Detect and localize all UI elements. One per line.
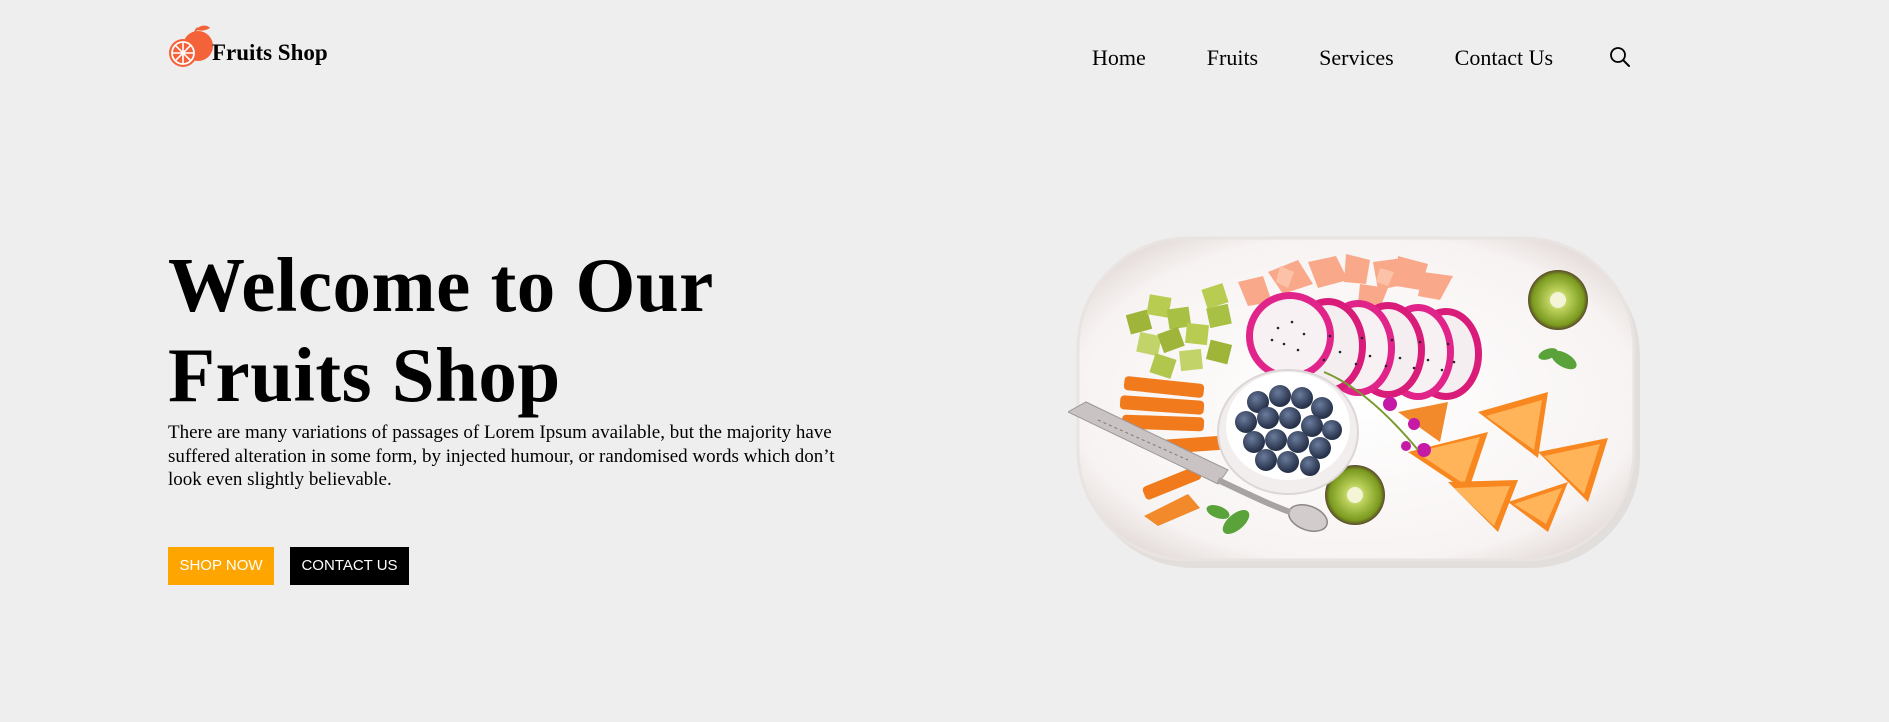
nav-item-services[interactable]: Services <box>1319 44 1394 72</box>
hero-title-line2: Fruits Shop <box>168 332 561 418</box>
fruit-platter-image <box>1068 236 1640 568</box>
nav-item-home[interactable]: Home <box>1092 44 1146 72</box>
nav-item-fruits[interactable]: Fruits <box>1207 44 1258 72</box>
nav-item-contact-us[interactable]: Contact Us <box>1455 44 1553 72</box>
hero-title-line1: Welcome to Our <box>168 242 714 328</box>
contact-us-button[interactable]: CONTACT US <box>290 547 409 585</box>
orange-slice-icon <box>169 25 213 67</box>
search-icon[interactable] <box>1608 45 1632 69</box>
shop-now-button[interactable]: SHOP NOW <box>168 547 274 585</box>
main-nav: Home Fruits Services Contact Us <box>1092 44 1553 72</box>
brand-name: Fruits Shop <box>212 40 328 65</box>
hero-title: Welcome to Our Fruits Shop <box>168 240 868 420</box>
brand-logo[interactable]: Fruits Shop <box>168 22 328 70</box>
site-header: Fruits Shop Home Fruits Services Contact… <box>0 0 1889 110</box>
hero-description: There are many variations of passages of… <box>168 422 835 490</box>
